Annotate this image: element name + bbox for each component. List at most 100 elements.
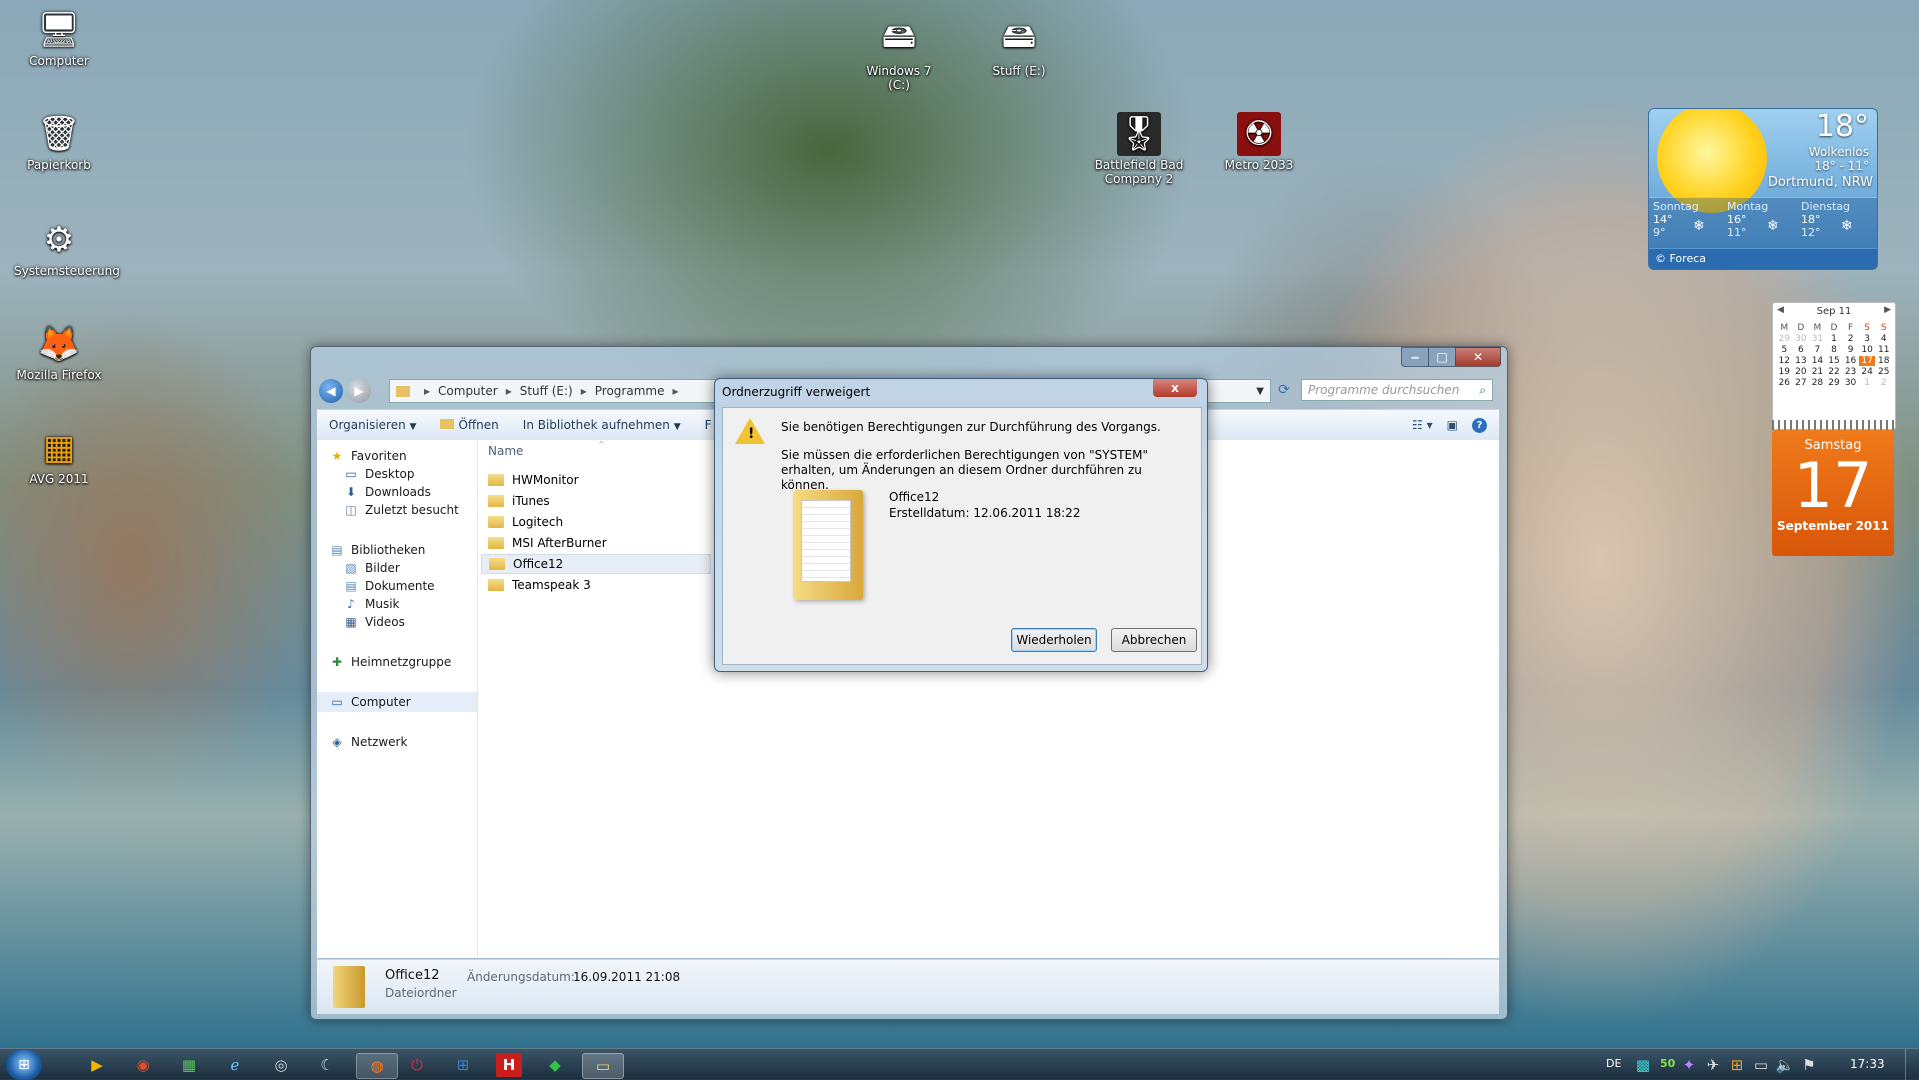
tray-clock[interactable]: 17:33 bbox=[1850, 1057, 1885, 1071]
nav-homegroup[interactable]: ✚ Heimnetzgruppe bbox=[329, 652, 489, 672]
taskbar-steam-icon[interactable]: ◎ bbox=[268, 1053, 294, 1077]
next-month-icon[interactable]: ▶ bbox=[1884, 305, 1891, 315]
list-item-selected[interactable]: Office12 bbox=[481, 554, 711, 574]
calendar-day-cell[interactable]: 22 bbox=[1826, 367, 1843, 377]
desktop-icon-recycle-bin[interactable]: 🗑 Papierkorb bbox=[14, 112, 104, 172]
close-button[interactable]: ✕ bbox=[1455, 347, 1501, 367]
desktop-icon-drive-e[interactable]: 🖴 Stuff (E:) bbox=[974, 16, 1064, 79]
desktop-icon-avg[interactable]: ▦ AVG 2011 bbox=[14, 426, 104, 486]
nav-favorites[interactable]: ★ Favoriten bbox=[329, 446, 489, 466]
taskbar-power-icon[interactable]: ⏻ bbox=[404, 1053, 430, 1077]
tray-tool-icon[interactable]: ✈ bbox=[1704, 1053, 1722, 1077]
calendar-day-cell[interactable]: 23 bbox=[1842, 367, 1859, 377]
tray-network-icon[interactable]: ▭ bbox=[1752, 1053, 1770, 1077]
calendar-day-cell[interactable]: 7 bbox=[1809, 345, 1826, 355]
calendar-day-cell[interactable]: 1 bbox=[1826, 334, 1843, 344]
weather-credit[interactable]: © Foreca bbox=[1649, 249, 1877, 269]
calendar-day-cell[interactable]: 18 bbox=[1875, 356, 1892, 366]
calendar-day-cell[interactable]: 20 bbox=[1793, 367, 1810, 377]
calendar-day-cell[interactable]: 2 bbox=[1842, 334, 1859, 344]
desktop-icon-computer[interactable]: 🖥 Computer bbox=[14, 8, 104, 68]
nav-network[interactable]: ◈ Netzwerk bbox=[329, 732, 489, 752]
preview-pane-icon[interactable]: ▣ bbox=[1447, 418, 1458, 432]
calendar-day-cell[interactable]: 13 bbox=[1793, 356, 1810, 366]
list-item[interactable]: Logitech bbox=[488, 512, 563, 532]
taskbar-app-icon[interactable]: ☾ bbox=[314, 1053, 340, 1077]
back-button[interactable]: ◀ bbox=[319, 379, 343, 403]
taskbar-hwmonitor-icon[interactable]: H bbox=[496, 1053, 522, 1077]
desktop-icon-drive-c[interactable]: 🖴 Windows 7 (C:) bbox=[854, 16, 944, 93]
refresh-button[interactable]: ⟳ bbox=[1273, 379, 1295, 401]
calendar-day-cell[interactable]: 9 bbox=[1842, 345, 1859, 355]
calendar-day-cell[interactable]: 29 bbox=[1826, 378, 1843, 388]
calendar-day-cell[interactable]: 1 bbox=[1859, 378, 1876, 388]
taskbar-ie-icon[interactable]: ℯ bbox=[222, 1053, 248, 1077]
desktop-icon-control-panel[interactable]: ⚙ Systemsteuerung bbox=[14, 218, 120, 278]
calendar-day-cell[interactable]: 3 bbox=[1859, 334, 1876, 344]
calendar-day-cell[interactable]: 25 bbox=[1875, 367, 1892, 377]
view-options-icon[interactable]: ☷ ▾ bbox=[1412, 418, 1433, 432]
breadcrumb-programme[interactable]: Programme bbox=[595, 384, 665, 398]
calendar-day-cell[interactable]: 17 bbox=[1858, 356, 1876, 366]
column-header-name[interactable]: Name bbox=[488, 444, 523, 458]
tray-flag-icon[interactable]: ⚑ bbox=[1800, 1053, 1818, 1077]
calendar-day-cell[interactable]: 12 bbox=[1776, 356, 1793, 366]
list-item[interactable]: HWMonitor bbox=[488, 470, 579, 490]
cancel-button[interactable]: Abbrechen bbox=[1111, 628, 1197, 652]
calendar-day-cell[interactable]: 16 bbox=[1842, 356, 1859, 366]
breadcrumb-stuff-e[interactable]: Stuff (E:) bbox=[520, 384, 573, 398]
calendar-day-cell[interactable]: 10 bbox=[1859, 345, 1876, 355]
nav-computer[interactable]: ▭ Computer bbox=[317, 692, 477, 712]
calendar-day-cell[interactable]: 24 bbox=[1859, 367, 1876, 377]
calendar-day-cell[interactable]: 2 bbox=[1875, 378, 1892, 388]
calendar-day-cell[interactable]: 14 bbox=[1809, 356, 1826, 366]
dialog-close-button[interactable]: x bbox=[1153, 379, 1197, 397]
tray-sound-app-icon[interactable]: ✦ bbox=[1680, 1053, 1698, 1077]
calendar-day-cell[interactable]: 29 bbox=[1776, 334, 1793, 344]
calendar-day-cell[interactable]: 31 bbox=[1809, 334, 1826, 344]
calendar-day-cell[interactable]: 27 bbox=[1793, 378, 1810, 388]
calendar-day-cell[interactable]: 21 bbox=[1809, 367, 1826, 377]
list-item[interactable]: MSI AfterBurner bbox=[488, 533, 607, 553]
taskbar-chrome-icon[interactable]: ◉ bbox=[130, 1053, 156, 1077]
start-button[interactable]: ⊞ bbox=[6, 1050, 42, 1080]
taskbar-razer-icon[interactable]: ◆ bbox=[542, 1053, 568, 1077]
taskbar-store-icon[interactable]: ▦ bbox=[176, 1053, 202, 1077]
address-dropdown-icon[interactable]: ▼ bbox=[1256, 386, 1264, 397]
tray-app-icon[interactable]: ▩ bbox=[1634, 1053, 1652, 1077]
nav-libraries[interactable]: ▤ Bibliotheken bbox=[329, 540, 489, 560]
show-desktop-button[interactable] bbox=[1905, 1049, 1919, 1080]
forward-button[interactable]: ▶ bbox=[347, 379, 371, 403]
calendar-day-cell[interactable]: 26 bbox=[1776, 378, 1793, 388]
calendar-day-cell[interactable]: 30 bbox=[1842, 378, 1859, 388]
calendar-day-cell[interactable]: 5 bbox=[1776, 345, 1793, 355]
tray-language[interactable]: DE bbox=[1606, 1057, 1621, 1070]
taskbar-windows-app-icon[interactable]: ⊞ bbox=[450, 1053, 476, 1077]
calendar-day-cell[interactable]: 30 bbox=[1793, 334, 1810, 344]
open-button[interactable]: Öffnen bbox=[428, 418, 510, 432]
minimize-button[interactable]: ‒ bbox=[1401, 347, 1429, 367]
taskbar-explorer-icon[interactable]: ▭ bbox=[582, 1053, 624, 1079]
calendar-gadget[interactable]: ◀ Sep 11 ▶ M D M D F S S 29 30 31 1 2 3 4 5 6 7 8 9 10 11 12 1… bbox=[1772, 302, 1896, 560]
tray-number[interactable]: 50 bbox=[1660, 1057, 1675, 1070]
calendar-day-cell[interactable]: 28 bbox=[1809, 378, 1826, 388]
desktop-icon-battlefield[interactable]: 🎖 Battlefield Bad Company 2 bbox=[1094, 112, 1184, 186]
calendar-day-cell[interactable]: 19 bbox=[1776, 367, 1793, 377]
help-icon[interactable]: ? bbox=[1472, 417, 1487, 433]
calendar-day-cell[interactable]: 15 bbox=[1826, 356, 1843, 366]
tray-windows-icon[interactable]: ⊞ bbox=[1728, 1053, 1746, 1077]
calendar-day-cell[interactable]: 11 bbox=[1875, 345, 1892, 355]
organize-menu[interactable]: Organisieren ▼ bbox=[317, 418, 428, 432]
tray-volume-icon[interactable]: 🔈 bbox=[1776, 1053, 1795, 1077]
breadcrumb-computer[interactable]: Computer bbox=[438, 384, 498, 398]
list-item[interactable]: Teamspeak 3 bbox=[488, 575, 591, 595]
maximize-button[interactable]: □ bbox=[1428, 347, 1456, 367]
weather-gadget[interactable]: 18° Wolkenlos 18° - 11° Dortmund, NRW So… bbox=[1648, 108, 1878, 270]
calendar-day-cell[interactable]: 6 bbox=[1793, 345, 1810, 355]
desktop-icon-metro[interactable]: ☢ Metro 2033 bbox=[1214, 112, 1304, 172]
calendar-day-cell[interactable]: 8 bbox=[1826, 345, 1843, 355]
retry-button[interactable]: Wiederholen bbox=[1011, 628, 1097, 652]
calendar-day-cell[interactable]: 4 bbox=[1875, 334, 1892, 344]
include-in-library-menu[interactable]: In Bibliothek aufnehmen ▼ bbox=[511, 418, 693, 432]
taskbar-firefox-icon[interactable]: ◍ bbox=[356, 1053, 398, 1079]
